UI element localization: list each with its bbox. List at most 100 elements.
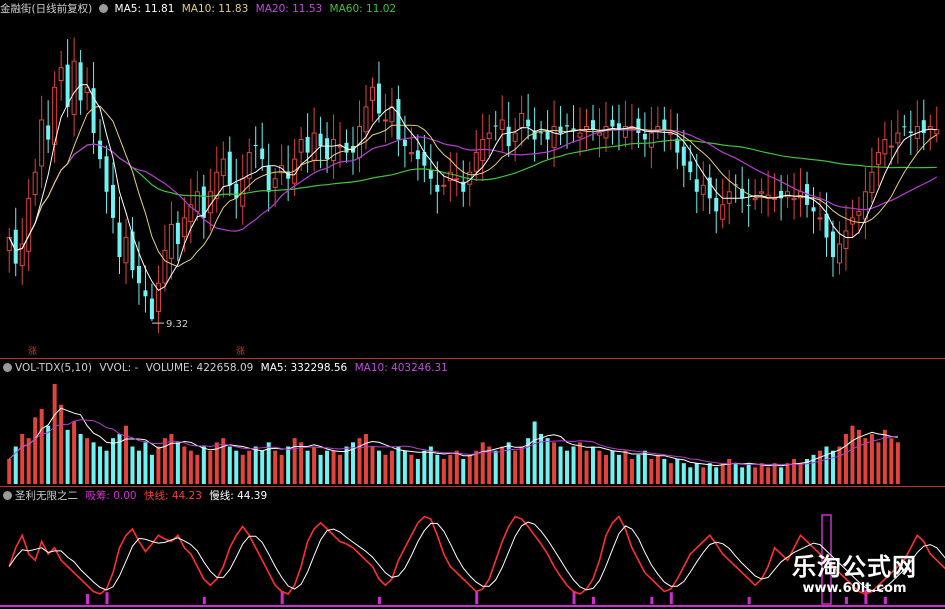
- volume-bar: [493, 450, 498, 484]
- volume-bar: [247, 450, 252, 484]
- candle-body: [700, 184, 706, 195]
- ma60-line: [8, 139, 937, 252]
- buy-bar: [591, 597, 595, 604]
- volume-bar: [545, 438, 550, 484]
- volume-bar: [759, 463, 764, 484]
- volume-bar: [876, 442, 881, 484]
- volume-bar: [850, 425, 855, 484]
- candle-body: [583, 125, 590, 130]
- volume-bar: [72, 421, 77, 484]
- volume-bar: [843, 434, 848, 484]
- candle-body: [875, 152, 881, 165]
- volume-bar: [260, 450, 265, 484]
- volume-bar: [65, 429, 70, 484]
- volume-bar: [279, 454, 284, 484]
- volume-bar: [422, 450, 427, 484]
- settings-icon[interactable]: [99, 4, 109, 13]
- vvol-label: VVOL: -: [99, 362, 139, 374]
- volume-bar: [292, 438, 297, 484]
- candle-body: [506, 126, 511, 147]
- candle-body: [194, 191, 200, 212]
- candle-body: [136, 266, 141, 284]
- volume-bar: [513, 450, 518, 484]
- ma10-line: [8, 105, 938, 268]
- volume-bar: [817, 450, 823, 484]
- volume-bar: [227, 446, 232, 484]
- buy-bar: [747, 597, 751, 604]
- candle-body: [98, 140, 103, 160]
- volume-bar: [603, 454, 608, 484]
- candle-body: [493, 125, 498, 127]
- candle-body: [253, 144, 258, 147]
- candle-body: [714, 197, 719, 212]
- volume-bar: [370, 446, 375, 484]
- volume-bar: [584, 450, 589, 484]
- ma10-label: MA10: 11.83: [181, 3, 249, 15]
- candle-body: [694, 179, 699, 192]
- volume-bar: [642, 450, 647, 484]
- buy-bar: [669, 592, 673, 604]
- volume-bar: [396, 446, 401, 484]
- candle-body: [545, 130, 550, 140]
- candle-body: [746, 204, 751, 206]
- volume-bar: [273, 450, 278, 484]
- buy-bar: [377, 597, 381, 604]
- indicator-settings-icon[interactable]: [3, 491, 12, 500]
- candle-body: [162, 250, 168, 284]
- volume-bar: [59, 404, 64, 484]
- volume-bar: [240, 454, 245, 484]
- volume-bar: [286, 446, 291, 484]
- candle-body: [882, 139, 888, 155]
- price-tag-1: 涨: [28, 347, 38, 357]
- volume-bar: [701, 467, 706, 484]
- buy-bar: [86, 594, 90, 604]
- volume-bar: [201, 446, 206, 484]
- volume-bar: [565, 450, 570, 484]
- candle-body: [824, 213, 829, 238]
- candle-body: [577, 132, 583, 138]
- price-tag-2: 涨: [236, 347, 246, 357]
- candle-body: [817, 217, 823, 220]
- volume-bar: [785, 463, 790, 484]
- volume-bar: [681, 463, 686, 484]
- candle-body: [369, 86, 375, 102]
- volume-bar: [824, 446, 829, 484]
- volume-bar: [895, 442, 900, 484]
- buy-bar: [883, 597, 887, 604]
- volume-bar: [363, 434, 368, 484]
- candle-body: [220, 158, 226, 177]
- ma20-line: [8, 128, 938, 252]
- candle-body: [428, 169, 433, 179]
- candle-body: [143, 290, 148, 297]
- buy-bar: [844, 597, 848, 604]
- volume-settings-icon[interactable]: [3, 363, 12, 372]
- volume-bar: [208, 450, 213, 484]
- fast-line-label: 快线: 44.23: [143, 490, 202, 502]
- main-title: 金融街(日线前复权): [0, 3, 93, 15]
- volume-bar: [85, 438, 90, 484]
- candle-body: [662, 119, 667, 130]
- volume-bar: [753, 467, 758, 484]
- volume-bar: [740, 467, 745, 484]
- volume-bar: [616, 454, 621, 484]
- candle-body: [260, 148, 265, 160]
- candle-body: [759, 191, 765, 194]
- candle-body: [596, 132, 602, 136]
- watermark: 乐淘公式网 www.60lt.com: [772, 553, 937, 597]
- candle-body: [376, 83, 381, 114]
- volume-bar: [402, 450, 407, 484]
- candle-body: [149, 298, 154, 320]
- volume-bar: [441, 459, 446, 484]
- volume-bar: [779, 467, 784, 484]
- candle-body: [752, 197, 758, 201]
- candle-body: [325, 138, 330, 160]
- candle-body: [726, 191, 732, 204]
- volume-bar: [506, 442, 511, 484]
- candle-body: [869, 171, 875, 194]
- volume-bar: [318, 454, 323, 484]
- candle-body: [104, 156, 109, 192]
- candle-body: [65, 64, 70, 107]
- candle-body: [123, 237, 129, 264]
- volume-bar: [688, 467, 693, 484]
- candle-body: [435, 184, 440, 192]
